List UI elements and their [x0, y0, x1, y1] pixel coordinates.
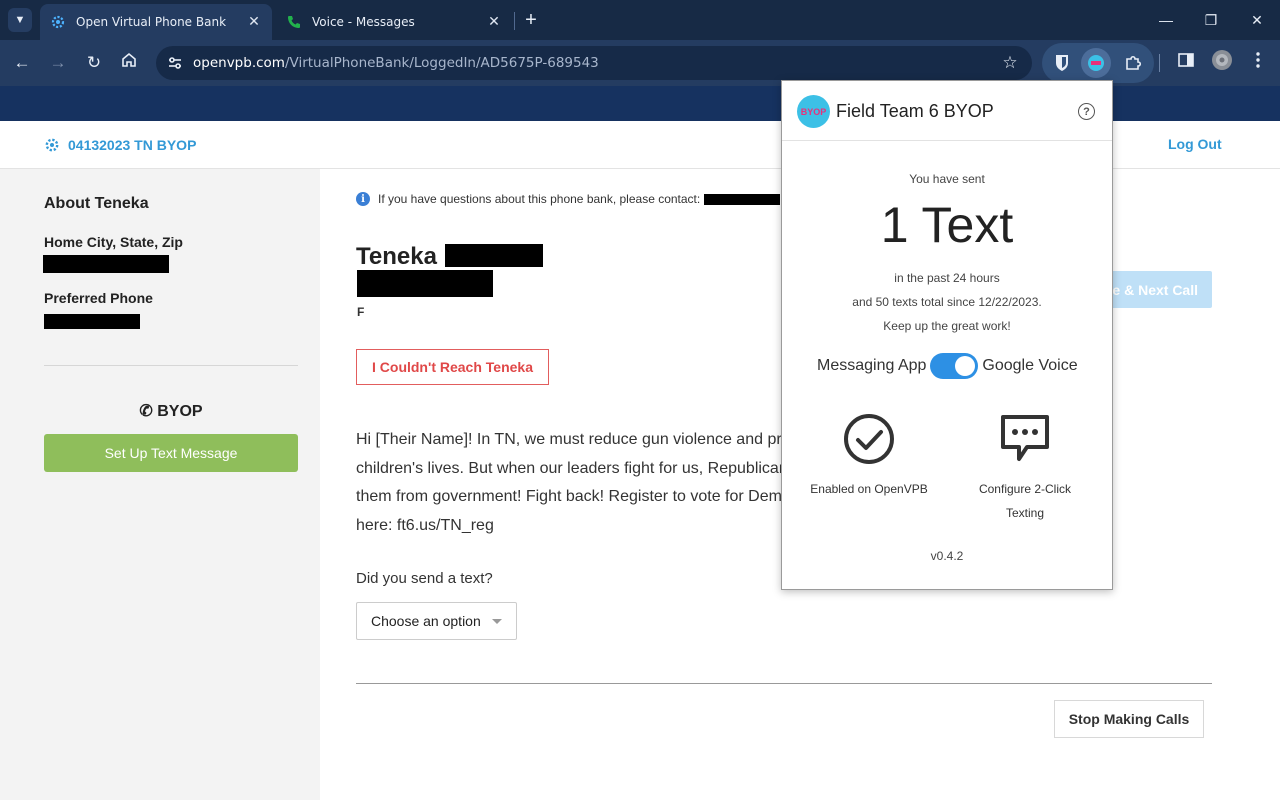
gear-icon: [45, 138, 59, 152]
script-line: here: ft6.us/TN_reg: [356, 516, 494, 534]
contact-gender: F: [357, 305, 365, 319]
send-text-question: Did you send a text?: [356, 570, 493, 587]
restore-icon[interactable]: ❐: [1201, 10, 1221, 30]
check-circle-icon: [844, 414, 894, 464]
sent-count: 1 Text: [880, 197, 1014, 253]
logout-link[interactable]: Log Out: [1168, 136, 1222, 152]
redacted-phone: [44, 314, 140, 329]
byop-heading: ✆ BYOP: [44, 401, 298, 421]
messaging-mode-row: Messaging App Google Voice: [817, 353, 1078, 379]
text-script: Hi [Their Name]! In TN, we must reduce g…: [356, 426, 816, 540]
more-icon[interactable]: [1246, 48, 1270, 72]
popup-header: BYOP Field Team 6 BYOP ?: [782, 81, 1112, 141]
script-line: children's lives. But when our leaders f…: [356, 459, 788, 477]
messaging-mode-toggle[interactable]: [930, 353, 979, 379]
chat-bubble-icon: [1001, 415, 1049, 461]
contact-first-name: Teneka: [356, 243, 437, 270]
configure-label-line1: Configure 2-Click: [978, 482, 1072, 496]
tab-search-icon[interactable]: ▼: [8, 8, 32, 32]
extensions-group: [1042, 43, 1154, 83]
select-value: Choose an option: [371, 613, 481, 629]
couldnt-reach-button[interactable]: I Couldn't Reach Teneka: [356, 349, 549, 385]
tab-title: Voice - Messages: [312, 15, 415, 29]
enabled-feature: Enabled on OpenVPB: [804, 413, 934, 501]
script-line: Hi [Their Name]! In TN, we must reduce g…: [356, 431, 782, 448]
byop-extension-icon[interactable]: [1081, 48, 1111, 78]
toggle-label-left: Messaging App: [817, 357, 927, 374]
sent-period: in the past 24 hours: [894, 271, 1000, 285]
enabled-label: Enabled on OpenVPB: [810, 482, 928, 496]
byop-logo: BYOP: [797, 95, 830, 128]
home-icon[interactable]: [117, 51, 141, 75]
plus-icon[interactable]: +: [520, 8, 542, 32]
tab-separator: [514, 12, 515, 30]
popup-title: Field Team 6 BYOP: [836, 101, 994, 121]
back-icon[interactable]: ←: [10, 51, 34, 75]
configure-feature[interactable]: Configure 2-Click Texting: [960, 413, 1090, 525]
contact-sidebar: About Teneka Home City, State, Zip Prefe…: [0, 169, 320, 800]
address-bar[interactable]: openvpb.com/VirtualPhoneBank/LoggedIn/AD…: [156, 46, 1032, 80]
close-icon[interactable]: ✕: [246, 14, 262, 30]
phone-icon: [288, 16, 300, 28]
browser-tab-bar: ▼ Open Virtual Phone Bank ✕ Voice - Mess…: [0, 0, 1280, 40]
main-divider: [356, 683, 1212, 684]
send-text-select[interactable]: Choose an option: [356, 602, 517, 640]
tab-title: Open Virtual Phone Bank: [76, 15, 227, 29]
contact-name: Teneka: [356, 243, 437, 271]
tab-open-virtual-phone-bank[interactable]: Open Virtual Phone Bank ✕: [40, 4, 272, 40]
phone-icon: ✆: [139, 403, 153, 420]
bitwarden-icon[interactable]: [1050, 51, 1074, 75]
toggle-knob: [955, 356, 976, 376]
tab-voice-messages[interactable]: Voice - Messages ✕: [276, 4, 512, 40]
phone-bank-brand[interactable]: 04132023 TN BYOP: [44, 137, 196, 153]
byop-heading-label: BYOP: [157, 403, 203, 420]
close-icon[interactable]: ✕: [486, 14, 502, 30]
extension-version: v0.4.2: [930, 549, 964, 563]
contact-info-notice: i If you have questions about this phone…: [356, 192, 781, 206]
gear-icon: [51, 15, 65, 29]
window-close-icon[interactable]: ✕: [1247, 10, 1267, 30]
url-path: /VirtualPhoneBank/LoggedIn/AD5675P-68954…: [284, 55, 599, 71]
star-icon[interactable]: ☆: [1000, 53, 1020, 73]
byop-extension-popup: BYOP Field Team 6 BYOP ? You have sent 1…: [781, 80, 1113, 590]
redacted-contact: [704, 193, 781, 205]
url-host: openvpb.com: [193, 55, 285, 71]
sent-intro: You have sent: [909, 172, 985, 186]
help-icon[interactable]: ?: [1078, 103, 1095, 120]
info-icon: i: [356, 192, 370, 206]
reload-icon[interactable]: ↻: [82, 51, 106, 75]
tune-icon[interactable]: [166, 54, 184, 72]
configure-label-line2: Texting: [1005, 506, 1045, 520]
toolbar-separator: [1159, 54, 1160, 72]
caret-down-icon: [492, 619, 502, 624]
forward-icon[interactable]: →: [46, 51, 70, 75]
set-up-text-message-button[interactable]: Set Up Text Message: [44, 434, 298, 472]
home-location-label: Home City, State, Zip: [44, 234, 183, 250]
profile-avatar[interactable]: [1210, 48, 1234, 72]
redacted-phone-number: [357, 270, 493, 297]
redacted-last-name: [445, 244, 543, 267]
contact-info-text: If you have questions about this phone b…: [378, 192, 701, 206]
redacted-home-location: [43, 255, 169, 273]
minimize-icon[interactable]: —: [1156, 10, 1176, 30]
encouragement: Keep up the great work!: [883, 319, 1011, 333]
script-line: them from government! Fight back! Regist…: [356, 488, 782, 505]
about-contact-heading: About Teneka: [44, 195, 149, 212]
sidebar-divider: [44, 365, 298, 366]
side-panel-icon[interactable]: [1174, 48, 1198, 72]
stop-making-calls-button[interactable]: Stop Making Calls: [1054, 700, 1204, 738]
preferred-phone-label: Preferred Phone: [44, 290, 153, 306]
sent-total: and 50 texts total since 12/22/2023.: [852, 295, 1042, 309]
puzzle-icon[interactable]: [1121, 51, 1145, 75]
phone-bank-name: 04132023 TN BYOP: [68, 137, 197, 153]
toggle-label-right: Google Voice: [982, 357, 1078, 374]
